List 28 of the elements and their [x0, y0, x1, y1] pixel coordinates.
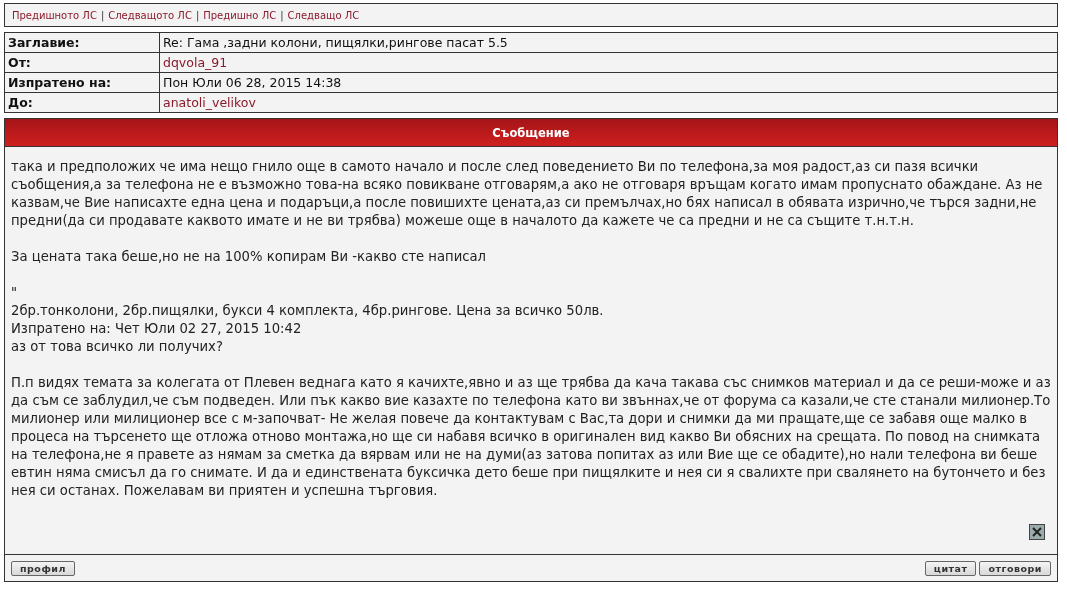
field-label: До: — [5, 93, 160, 112]
message-text: За цената така беше,но не на 100% копирам Ви -какво сте написал — [11, 248, 488, 266]
message-text: така и предположих че има нещо гнило още в самото начало и после след поведението Ви по телефона,за моя радост,аз си пазя всички съобщения,а за телефона не е възможно това-на всяко повикване отговарям,а ако не отговаря връщам когато имам пропуснато обаждане. Аз не казвам,че Вие написахте една цена и подаръци,а после повишихте цената,аз си премълчах,но бях написал в обявата изрично,че търся задни,не предни(да си продавате каквото имате и не ви трябва) можеше още в началото да кажете че са предни и не са същите т.н.т.н. — [11, 158, 1044, 230]
field-value: Re: Гама ,задни колони, пищялки,рингове пасат 5.5 — [160, 33, 1057, 53]
message-text: П.п видях темата за колегата от Плевен веднага като я качихте,явно и аз ще трябва да кача такава със снимков материал и да се реши-може и аз да съм се заблудил,че съм подведен. Или пък какво вие казахте по телефона като ви звъннах,че от форума са казали,че сте станали милионер.То милионер или милиционер все с м-започват- Не желая повече да контактувам с Вас,та дори и снимки да ми пращате,ще се забавя още малко в процеса на търсенето ще отложа отново монтажа,но ще си набавя всичко в оригинален вид какво Ви обясних на срещата. По повод на снимката на телефона,не я правете аз нямам за сметка да вярвам или не на думи(аз затова попитах аз или Вие ще се обадите),но нали телефона ви беше евтин няма смисъл да го снимате. И да и единствената буксичка дето беше при пищялките и нея си я свалихте при свалянето на бутончето и без нея си останах. Пожелавам ви приятен и успешна търговия. — [11, 374, 1051, 500]
separator: | — [280, 9, 284, 21]
panel-header: Съобщение — [5, 119, 1057, 147]
nav-link[interactable]: Предишно ЛС — [203, 9, 277, 21]
action-button[interactable]: отговори — [979, 560, 1051, 576]
close-icon — [1032, 527, 1042, 537]
field-value: Пон Юли 06 28, 2015 14:38 — [160, 73, 1057, 93]
separator: | — [195, 9, 200, 21]
message-text: Изпратено на: Чет Юли 02 27, 2015 10:42 — [11, 320, 303, 338]
field-label: Изпратено на: — [5, 73, 160, 93]
profile-button[interactable]: профил — [11, 560, 75, 576]
message-text: аз от това всичко ли получих? — [11, 338, 224, 356]
separator: | — [100, 9, 105, 21]
field-label: От: — [5, 53, 160, 73]
username-link[interactable]: anatoli_velikov — [163, 95, 256, 110]
close-button[interactable] — [1029, 524, 1045, 540]
nav-link[interactable]: Следващо ЛС — [287, 9, 360, 21]
username-link[interactable]: dqvola_91 — [163, 55, 228, 70]
message-text: " — [11, 284, 19, 302]
nav-link[interactable]: Предишното ЛС — [12, 9, 97, 21]
action-button[interactable]: цитат — [924, 560, 977, 576]
nav-link[interactable]: Следващото ЛС — [108, 9, 192, 21]
message-text: 2бр.тонколони, 2бр.пищялки, букси 4 комплекта, 4бр.рингове. Цена за всичко 50лв. — [11, 302, 605, 320]
field-label: Заглавие: — [5, 33, 160, 53]
